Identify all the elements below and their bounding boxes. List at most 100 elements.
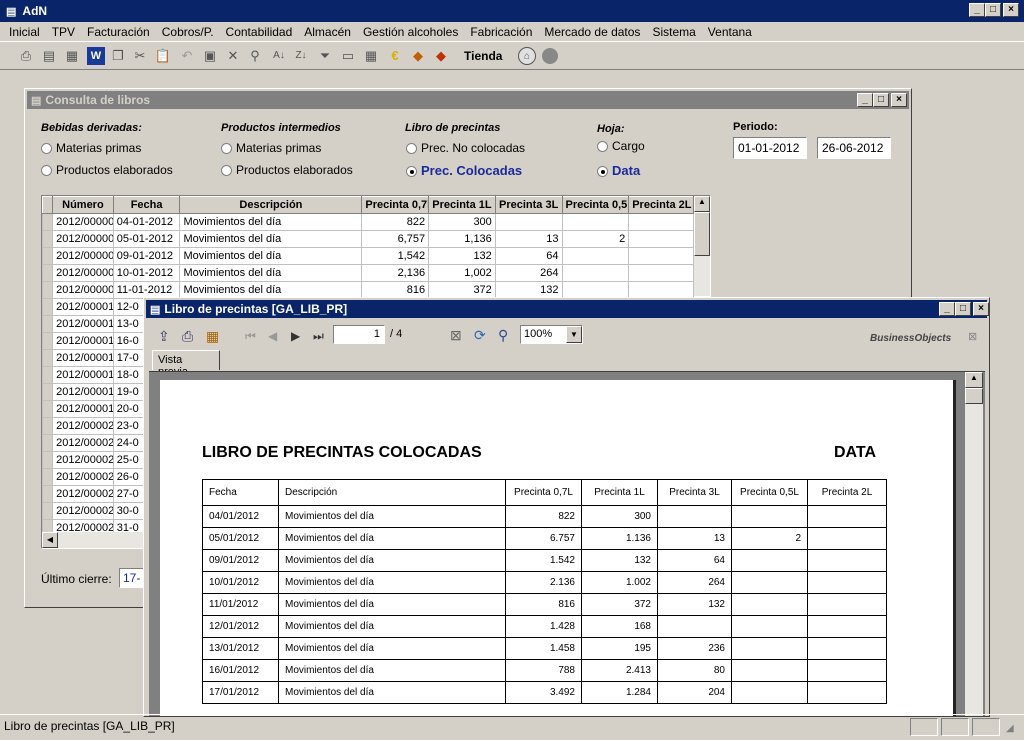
table-row[interactable]: 2012/00000 05-01-2012 Movimientos del día 6…	[42, 230, 694, 248]
table-row[interactable]: 2012/00000 09-01-2012 Movimientos del día 1…	[42, 247, 694, 265]
sort-desc-icon[interactable]: Z↓	[292, 47, 310, 65]
menu-fabricacion[interactable]: Fabricación	[464, 25, 538, 39]
tab-vista-previa[interactable]: Vista previa	[152, 350, 220, 378]
intermedios-materias-radio[interactable]: Materias primas	[221, 141, 321, 155]
euro-icon[interactable]: €	[386, 47, 404, 65]
row-selector[interactable]	[42, 230, 54, 248]
user-icon[interactable]: ⌂	[518, 47, 536, 65]
col-precinta-05[interactable]: Precinta 0,5l	[561, 196, 630, 214]
row-selector[interactable]	[42, 502, 54, 520]
intermedios-productos-radio[interactable]: Productos elaborados	[221, 163, 353, 177]
bebidas-productos-radio[interactable]: Productos elaborados	[41, 163, 173, 177]
close-viewer-icon[interactable]: ⊠	[968, 330, 977, 343]
grid-vscrollbar[interactable]: ▲	[694, 196, 710, 296]
find-icon[interactable]: ⚲	[246, 47, 264, 65]
tienda-label[interactable]: Tienda	[464, 49, 502, 63]
row-selector[interactable]	[42, 417, 54, 435]
table-row[interactable]: 2012/00000 10-01-2012 Movimientos del día 2…	[42, 264, 694, 282]
menu-almacen[interactable]: Almacén	[298, 25, 357, 39]
minimize-button[interactable]: _	[969, 3, 985, 17]
periodo-hasta-field[interactable]: 26-06-2012	[817, 137, 891, 159]
row-selector[interactable]	[42, 332, 54, 350]
resize-grip-icon[interactable]: ◢	[1006, 723, 1014, 734]
report-vscrollbar[interactable]: ▲	[965, 372, 983, 716]
viewer-minimize-button[interactable]: _	[939, 302, 955, 316]
row-selector[interactable]	[42, 247, 54, 265]
row-selector[interactable]	[42, 383, 54, 401]
row-selector[interactable]	[42, 366, 54, 384]
menu-cobros[interactable]: Cobros/P.	[156, 25, 220, 39]
paste-icon[interactable]: 📋	[154, 47, 172, 65]
first-page-icon[interactable]: ⏮	[245, 329, 256, 344]
preview-icon[interactable]: ▤	[40, 47, 58, 65]
search-icon[interactable]: ⚲	[498, 327, 508, 344]
report-scroll-thumb[interactable]	[965, 388, 983, 404]
filter-icon[interactable]: ⏷	[316, 47, 334, 65]
save-icon[interactable]: ▣	[201, 47, 219, 65]
chevron-down-icon[interactable]: ▼	[566, 326, 582, 343]
consulta-maximize-button[interactable]: □	[873, 93, 889, 107]
viewer-maximize-button[interactable]: □	[955, 302, 971, 316]
word-icon[interactable]: W	[87, 47, 105, 65]
menu-mercado-datos[interactable]: Mercado de datos	[538, 25, 646, 39]
print-icon[interactable]: ⎙	[17, 47, 35, 65]
data-radio[interactable]: Data	[597, 163, 640, 178]
report-icon[interactable]: ▦	[63, 47, 81, 65]
menu-facturacion[interactable]: Facturación	[81, 25, 156, 39]
table-row[interactable]: 2012/00000 04-01-2012 Movimientos del día 8…	[42, 213, 694, 231]
group-tree-icon[interactable]: ▦	[206, 328, 219, 345]
report-scroll-up-button[interactable]: ▲	[965, 372, 983, 388]
next-page-icon[interactable]: ▶	[291, 329, 300, 343]
col-precinta-1l[interactable]: Precinta 1L	[428, 196, 496, 214]
maximize-button[interactable]: □	[985, 3, 1001, 17]
prev-page-icon[interactable]: ◀	[268, 329, 277, 343]
row-selector[interactable]	[42, 468, 54, 486]
home-icon[interactable]: ◆	[409, 47, 427, 65]
row-selector[interactable]	[42, 485, 54, 503]
page-number-field[interactable]: 1	[333, 325, 385, 344]
col-precinta-2l[interactable]: Precinta 2L	[628, 196, 694, 214]
colocadas-radio[interactable]: Prec. Colocadas	[406, 163, 522, 178]
row-selector[interactable]	[42, 281, 54, 299]
row-selector[interactable]	[42, 315, 54, 333]
col-numero[interactable]: Número	[52, 196, 114, 214]
refresh-icon[interactable]: ⟳	[474, 327, 486, 344]
close-button[interactable]: ×	[1003, 3, 1019, 17]
row-selector[interactable]	[42, 213, 54, 231]
sort-asc-icon[interactable]: A↓	[270, 47, 288, 65]
menu-inicial[interactable]: Inicial	[3, 25, 46, 39]
zoom-select[interactable]: 100% ▼	[520, 325, 583, 344]
row-selector[interactable]	[42, 434, 54, 452]
scroll-thumb[interactable]	[694, 212, 710, 256]
viewer-close-button[interactable]: ×	[973, 302, 989, 316]
scroll-up-button[interactable]: ▲	[694, 196, 710, 212]
last-page-icon[interactable]: ⏭	[313, 329, 324, 344]
col-fecha[interactable]: Fecha	[112, 196, 181, 214]
menu-gestion-alcoholes[interactable]: Gestión alcoholes	[357, 25, 464, 39]
folder-icon[interactable]: ▭	[339, 47, 357, 65]
scroll-left-button[interactable]: ◀	[42, 532, 58, 548]
periodo-desde-field[interactable]: 01-01-2012	[733, 137, 807, 159]
row-selector[interactable]	[42, 298, 54, 316]
row-selector[interactable]	[42, 451, 54, 469]
status-circle-icon[interactable]	[542, 48, 558, 64]
bebidas-materias-radio[interactable]: Materias primas	[41, 141, 141, 155]
viewer-print-icon[interactable]: ⎙	[182, 328, 193, 345]
cargo-radio[interactable]: Cargo	[597, 139, 645, 153]
col-precinta-3l[interactable]: Precinta 3L	[494, 196, 563, 214]
delete-icon[interactable]: ✕	[224, 47, 242, 65]
consulta-close-button[interactable]: ×	[891, 93, 907, 107]
export-icon[interactable]: ⇪	[158, 328, 170, 345]
row-selector[interactable]	[42, 264, 54, 282]
no-colocadas-radio[interactable]: Prec. No colocadas	[406, 141, 525, 155]
stop-icon[interactable]: ⊠	[450, 327, 462, 344]
table-row[interactable]: 2012/00000 11-01-2012 Movimientos del día 8…	[42, 281, 694, 299]
copy-icon[interactable]: ❐	[109, 47, 127, 65]
menu-contabilidad[interactable]: Contabilidad	[220, 25, 299, 39]
menu-tpv[interactable]: TPV	[46, 25, 81, 39]
undo-icon[interactable]: ↶	[178, 47, 196, 65]
consulta-minimize-button[interactable]: _	[857, 93, 873, 107]
grid-icon[interactable]: ▦	[362, 47, 380, 65]
menu-sistema[interactable]: Sistema	[646, 25, 701, 39]
shop-icon[interactable]: ◆	[432, 47, 450, 65]
